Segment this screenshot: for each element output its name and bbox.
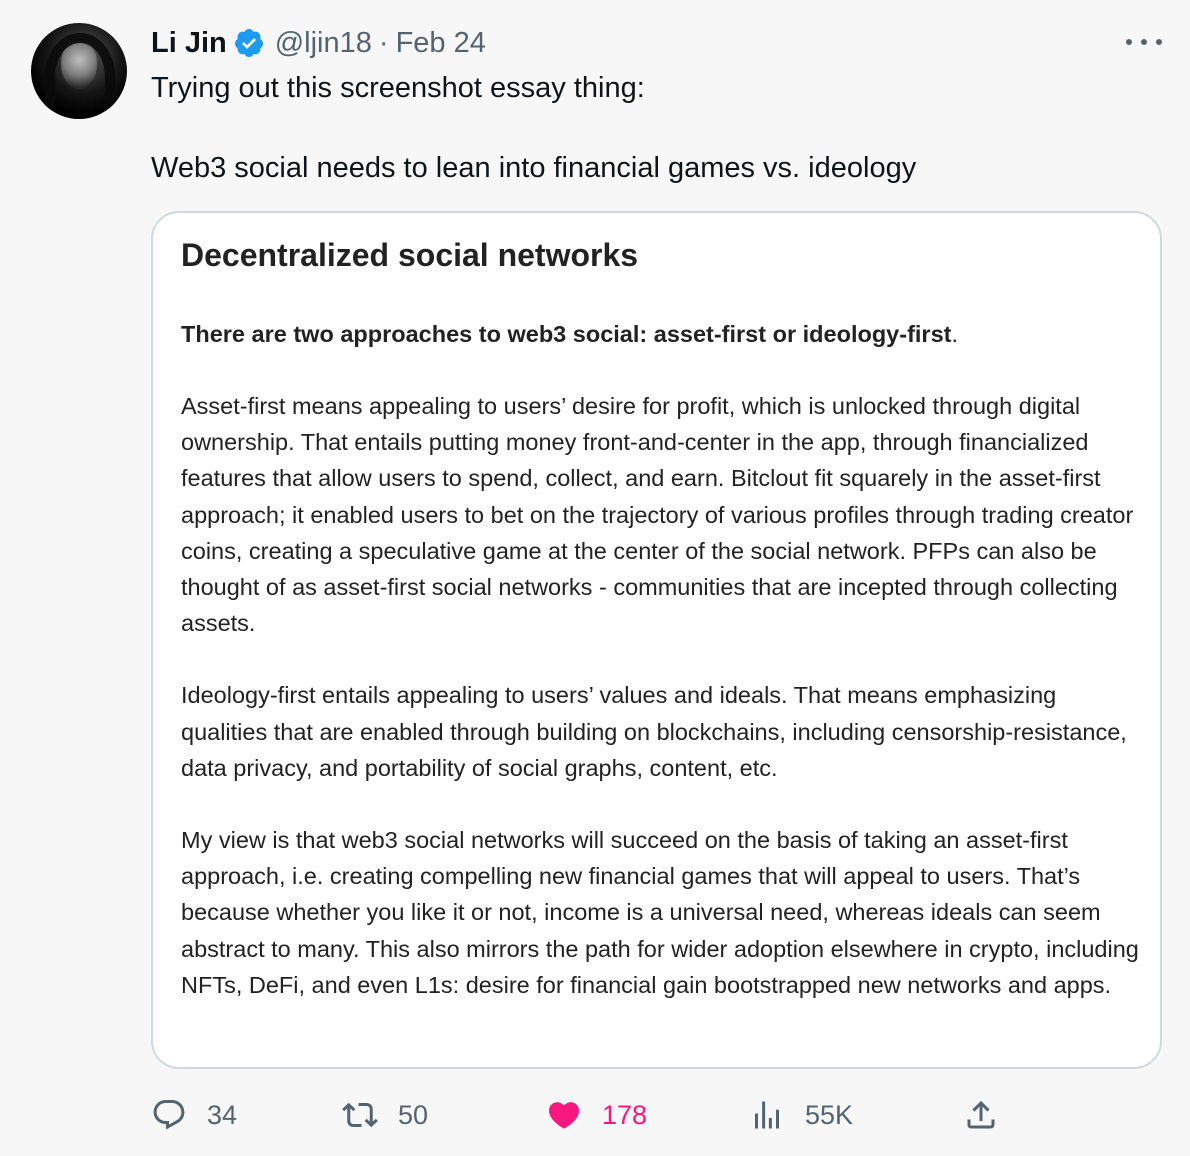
essay-paragraph: Asset-first means appealing to users’ de…	[181, 393, 1134, 637]
author-name[interactable]: Li Jin	[151, 27, 227, 60]
tweet-actions: 34 50 178 55K	[151, 1094, 1162, 1136]
reply-count: 34	[207, 1099, 238, 1130]
more-dots-icon[interactable]	[1126, 30, 1162, 54]
essay-paragraph: Ideology-first entails appealing to user…	[181, 682, 1127, 781]
essay-content: Decentralized social networks There are …	[181, 233, 1141, 1003]
tweet-text: Trying out this screenshot essay thing: …	[151, 68, 1151, 188]
retweet-icon	[342, 1102, 378, 1128]
more-dot	[1141, 39, 1147, 45]
author-avatar[interactable]	[31, 23, 127, 119]
tweet-date[interactable]: Feb 24	[396, 27, 486, 60]
share-icon	[967, 1100, 995, 1129]
reply-button[interactable]: 34	[151, 1094, 237, 1136]
tweet-header: Li Jin @ljin18 · Feb 24	[151, 26, 486, 60]
essay-paragraph: My view is that web3 social networks wil…	[181, 827, 1139, 998]
verified-badge-icon	[234, 29, 263, 57]
share-button[interactable]	[963, 1094, 999, 1136]
attached-image-card[interactable]: Decentralized social networks There are …	[151, 211, 1162, 1069]
essay-lead-bold: There are two approaches to web3 social:…	[181, 321, 952, 347]
views-button[interactable]: 55K	[749, 1094, 853, 1136]
reply-bubble-icon	[153, 1100, 185, 1130]
essay-title: Decentralized social networks	[181, 237, 639, 273]
more-dot	[1156, 39, 1162, 45]
retweet-count: 50	[398, 1099, 429, 1130]
essay-lead-end: .	[951, 321, 959, 347]
essay-lead: There are two approaches to web3 social:…	[181, 316, 1141, 352]
author-handle[interactable]: @ljin18	[275, 27, 372, 60]
retweet-button[interactable]: 50	[342, 1094, 428, 1136]
views-count: 55K	[805, 1099, 854, 1130]
like-button[interactable]: 178	[546, 1094, 647, 1136]
tweet-text-line: Web3 social needs to lean into financial…	[151, 152, 917, 184]
like-count: 178	[602, 1099, 648, 1130]
header-separator: ·	[378, 26, 389, 59]
tweet-text-line: Trying out this screenshot essay thing:	[151, 72, 645, 104]
views-chart-icon	[755, 1101, 779, 1129]
more-dot	[1126, 39, 1132, 45]
heart-icon	[548, 1102, 580, 1129]
